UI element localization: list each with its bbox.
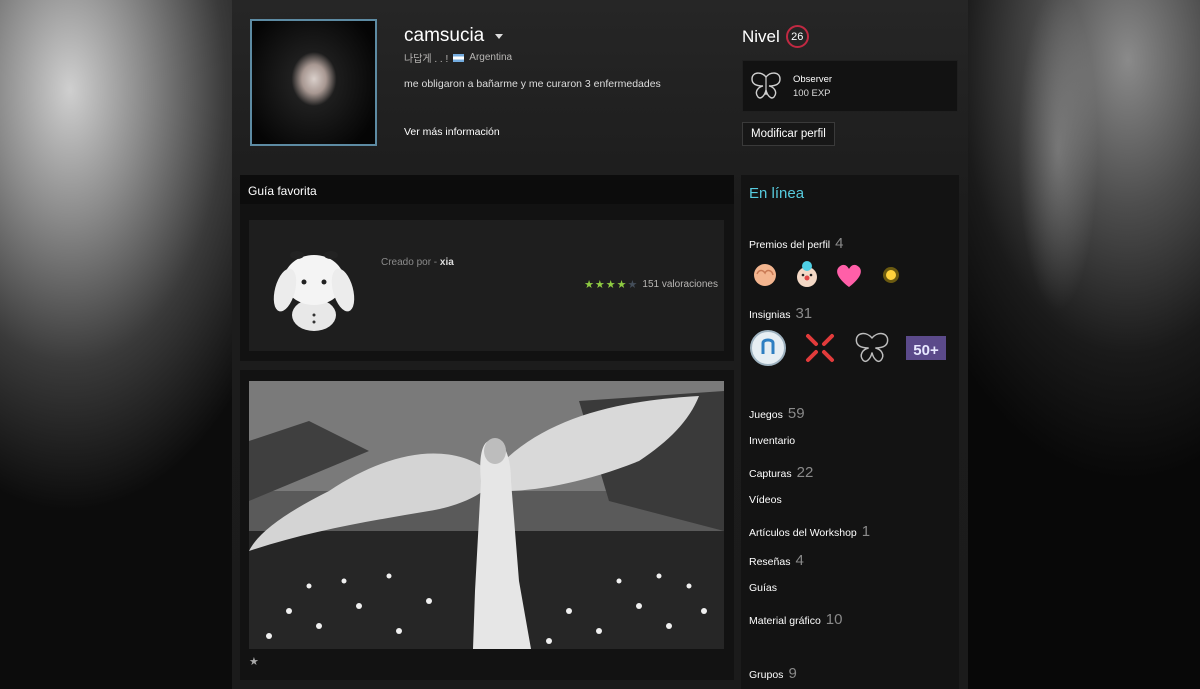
guide-creator: Creado por - xia <box>381 257 454 268</box>
fifty-plus-badge-text: 50+ <box>913 342 939 359</box>
angel-screenshot-image <box>249 381 724 649</box>
favorite-badge[interactable]: Observer 100 EXP <box>742 60 958 112</box>
groups-label[interactable]: Grupos <box>749 669 783 681</box>
profile-sidebar: En línea Premios del perfil 4 Insignias … <box>741 175 959 689</box>
sidebar-link-label[interactable]: Guías <box>749 582 777 594</box>
sidebar-link-label[interactable]: Juegos <box>749 409 783 421</box>
steam-years-badge-icon[interactable] <box>749 329 787 367</box>
online-status: En línea <box>749 185 805 202</box>
profile-awards-link[interactable]: Premios del perfil 4 <box>749 235 843 252</box>
level-row: Nivel 26 <box>742 25 809 48</box>
sidebar-link-count: 22 <box>796 464 814 481</box>
sidebar-link-count: 1 <box>861 523 871 540</box>
awards-label[interactable]: Premios del perfil <box>749 239 830 251</box>
ratings-count: 151 valoraciones <box>642 279 718 290</box>
sidebar-link[interactable]: Vídeos <box>749 494 787 506</box>
sidebar-link-count: 59 <box>787 405 805 422</box>
background-left <box>0 0 232 689</box>
sidebar-link[interactable]: Capturas 22 <box>749 464 813 481</box>
country: Argentina <box>469 52 513 63</box>
sidebar-link-label[interactable]: Material gráfico <box>749 615 821 627</box>
rating-stars: ★★★★★ <box>584 279 639 291</box>
brain-award-icon[interactable] <box>749 259 781 291</box>
level-label: Nivel <box>742 26 780 46</box>
sidebar-link[interactable]: Guías <box>749 582 782 594</box>
butterfly-badge-icon[interactable] <box>853 329 891 367</box>
background-right <box>968 0 1200 689</box>
sidebar-link[interactable]: Juegos 59 <box>749 405 805 422</box>
avatar-image <box>252 21 375 144</box>
persona-name[interactable]: camsucia <box>404 25 484 46</box>
guide-ratings: ★★★★★ 151 valoraciones <box>584 278 718 291</box>
edit-profile-button[interactable]: Modificar perfil <box>742 122 835 146</box>
sidebar-link-count: 4 <box>795 552 804 569</box>
showcase-title: Guía favorita <box>240 175 734 204</box>
badges-row: 50+ <box>749 329 947 367</box>
clown-award-icon[interactable] <box>791 259 823 291</box>
favorite-badge-name: Observer <box>793 73 833 85</box>
star-icon[interactable]: ★ <box>249 655 259 668</box>
level-badge[interactable]: 26 <box>785 25 809 48</box>
guide-author[interactable]: xia <box>440 257 454 268</box>
sidebar-link-label[interactable]: Capturas <box>749 468 792 480</box>
screenshot-showcase: ★ <box>240 370 734 680</box>
groups-count: 9 <box>788 665 797 682</box>
sidebar-link[interactable]: Artículos del Workshop 1 <box>749 523 870 540</box>
badges-label[interactable]: Insignias <box>749 309 790 321</box>
more-info-link[interactable]: Ver más información <box>404 126 500 138</box>
awards-count: 4 <box>835 235 844 252</box>
sidebar-link-label[interactable]: Vídeos <box>749 494 782 506</box>
real-name: 나답게 . . ! <box>404 54 449 65</box>
guide-card[interactable]: Creado por - xia ★★★★★ 151 valoraciones <box>249 220 724 351</box>
anger-badge-icon[interactable] <box>801 329 839 367</box>
fifty-plus-badge-icon[interactable]: 50+ <box>905 332 947 364</box>
favorite-guide-showcase: Guía favorita Creado por - xia ★★★★★ 151… <box>240 175 734 361</box>
argentina-flag-icon <box>453 53 465 62</box>
sidebar-link-label[interactable]: Reseñas <box>749 556 790 568</box>
persona-name-row[interactable]: camsucia <box>404 25 503 47</box>
avatar[interactable] <box>250 19 377 146</box>
profile-summary: me obligaron a bañarme y me curaron 3 en… <box>404 78 661 90</box>
chevron-down-icon[interactable] <box>494 34 503 40</box>
sidebar-link-label[interactable]: Artículos del Workshop <box>749 527 857 539</box>
butterfly-icon <box>751 72 781 99</box>
sidebar-link[interactable]: Inventario <box>749 435 800 447</box>
created-by-label: Creado por - <box>381 257 438 268</box>
sidebar-link[interactable]: Material gráfico 10 <box>749 611 842 628</box>
awards-row <box>749 259 907 291</box>
badges-link[interactable]: Insignias 31 <box>749 305 812 322</box>
groups-link[interactable]: Grupos 9 <box>749 665 797 682</box>
featured-screenshot[interactable] <box>249 381 724 649</box>
heart-award-icon[interactable] <box>833 259 865 291</box>
sun-award-icon[interactable] <box>875 259 907 291</box>
sidebar-link[interactable]: Reseñas 4 <box>749 552 804 569</box>
real-name-row: 나답게 . . ! Argentina <box>404 50 512 65</box>
badges-count: 31 <box>795 305 813 322</box>
guide-thumbnail-image <box>273 251 355 331</box>
sidebar-link-label[interactable]: Inventario <box>749 435 795 447</box>
profile-page: camsucia 나답게 . . ! Argentina me obligaro… <box>232 0 968 689</box>
favorite-badge-xp: 100 EXP <box>793 87 831 99</box>
sidebar-link-count: 10 <box>825 611 843 628</box>
